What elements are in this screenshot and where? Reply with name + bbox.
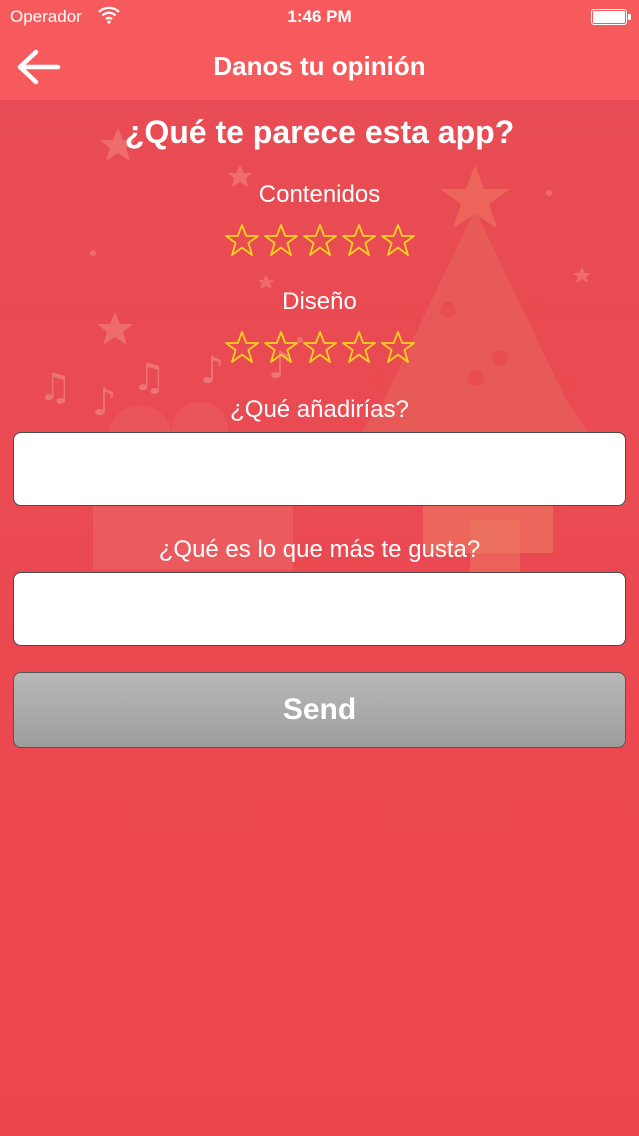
add-question-label: ¿Qué añadirías? [230, 396, 409, 423]
star-icon[interactable] [341, 222, 377, 258]
diseno-rating[interactable] [0, 329, 639, 370]
diseno-label: Diseño [282, 288, 357, 315]
star-icon[interactable] [263, 329, 299, 365]
star-icon[interactable] [341, 329, 377, 365]
status-bar: Operador 1:46 PM [0, 0, 639, 34]
star-icon[interactable] [224, 329, 260, 365]
star-icon[interactable] [263, 222, 299, 258]
survey-heading: ¿Qué te parece esta app? [124, 114, 515, 150]
star-icon[interactable] [224, 222, 260, 258]
favorite-feature-input[interactable] [13, 572, 626, 646]
contenidos-rating[interactable] [0, 222, 639, 263]
page-title: Danos tu opinión [213, 51, 426, 81]
star-icon[interactable] [302, 222, 338, 258]
contenidos-label: Contenidos [258, 181, 381, 208]
like-question-label: ¿Qué es lo que más te gusta? [158, 536, 481, 563]
nav-bar: Danos tu opinión [0, 34, 639, 100]
star-icon[interactable] [302, 329, 338, 365]
star-icon[interactable] [380, 222, 416, 258]
send-button[interactable]: Send [13, 672, 626, 748]
clock: 1:46 PM [287, 7, 352, 26]
battery-icon [591, 9, 631, 25]
star-icon[interactable] [380, 329, 416, 365]
add-suggestion-input[interactable] [13, 432, 626, 506]
